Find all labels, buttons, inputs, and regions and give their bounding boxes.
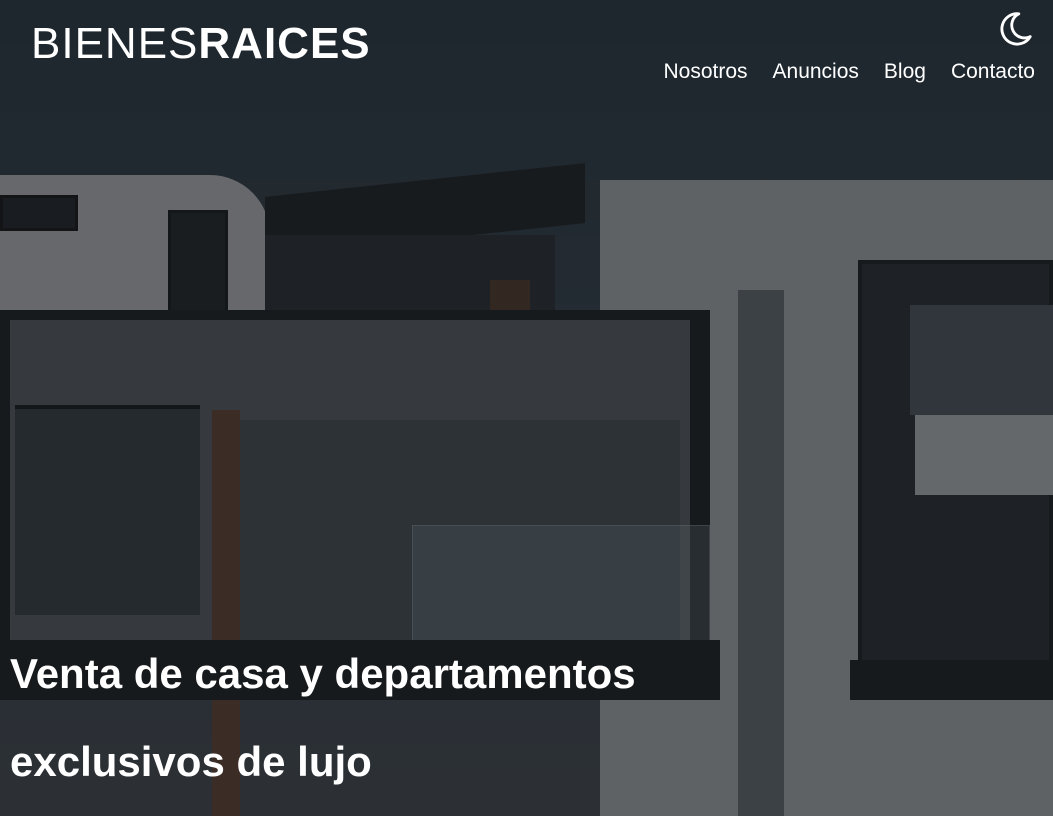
nav-link-nosotros[interactable]: Nosotros <box>663 60 747 84</box>
main-navigation: Nosotros Anuncios Blog Contacto <box>663 60 1035 84</box>
moon-icon[interactable] <box>996 10 1034 48</box>
nav-link-anuncios[interactable]: Anuncios <box>773 60 859 84</box>
nav-link-blog[interactable]: Blog <box>884 60 926 84</box>
hero-title-line-2: exclusivos de lujo <box>10 738 372 785</box>
logo-text-raices: RAICES <box>198 19 371 68</box>
hero-title: Venta de casa y departamentos exclusivos… <box>10 645 710 791</box>
hero-title-line-1: Venta de casa y departamentos <box>10 650 636 697</box>
site-header: BIENESRAICES Nosotros Anuncios Blog Cont… <box>0 0 1053 110</box>
logo-text-bienes: BIENES <box>31 19 199 68</box>
nav-link-contacto[interactable]: Contacto <box>951 60 1035 84</box>
site-logo[interactable]: BIENESRAICES <box>31 22 371 66</box>
